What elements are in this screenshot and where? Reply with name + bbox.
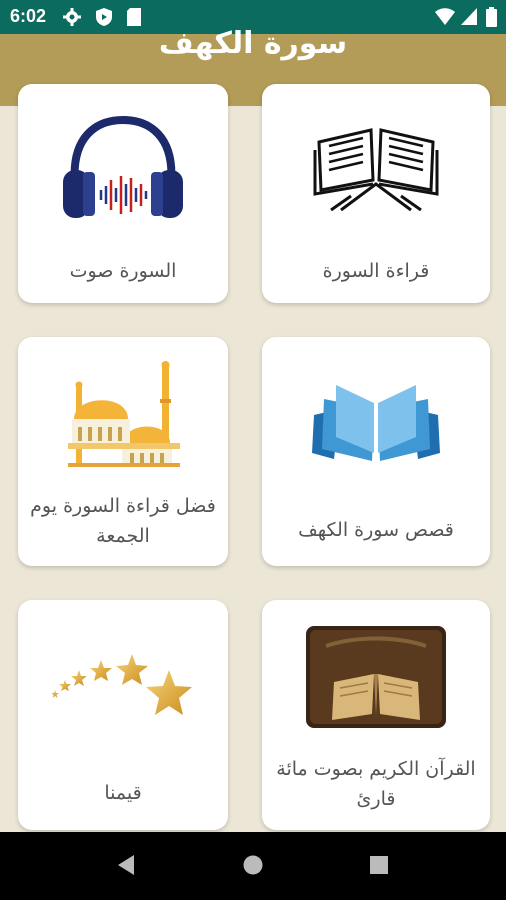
back-icon[interactable] [116, 854, 136, 880]
open-book-icon [262, 379, 490, 463]
card-label: فضل قراءة السورة يوم الجمعة [30, 495, 216, 547]
mosque-icon [18, 359, 228, 471]
headphones-icon [18, 114, 228, 224]
home-icon[interactable] [243, 855, 263, 879]
card-label: قيمنا [104, 782, 142, 804]
quran-reciters-card[interactable]: القرآن الكريم بصوت مائة قارئ [262, 600, 490, 830]
rate-us-card[interactable]: قيمنا [18, 600, 228, 830]
recents-icon[interactable] [370, 856, 388, 878]
audio-surah-card[interactable]: السورة صوت [18, 84, 228, 303]
card-label: السورة صوت [69, 260, 177, 282]
card-label: القرآن الكريم بصوت مائة قارئ [276, 758, 476, 810]
quran-book-icon [262, 122, 490, 212]
surah-stories-card[interactable]: قصص سورة الكهف [262, 337, 490, 566]
page-title: سورة الكهف [158, 26, 348, 61]
quran-image-icon [262, 626, 490, 728]
navigation-bar [0, 832, 506, 900]
friday-virtue-card[interactable]: فضل قراءة السورة يوم الجمعة [18, 337, 228, 566]
card-label: قراءة السورة [322, 260, 430, 282]
read-surah-card[interactable]: قراءة السورة [262, 84, 490, 303]
stars-icon [18, 648, 228, 730]
card-label: قصص سورة الكهف [298, 519, 454, 541]
status-time: 6:02 [10, 6, 47, 26]
